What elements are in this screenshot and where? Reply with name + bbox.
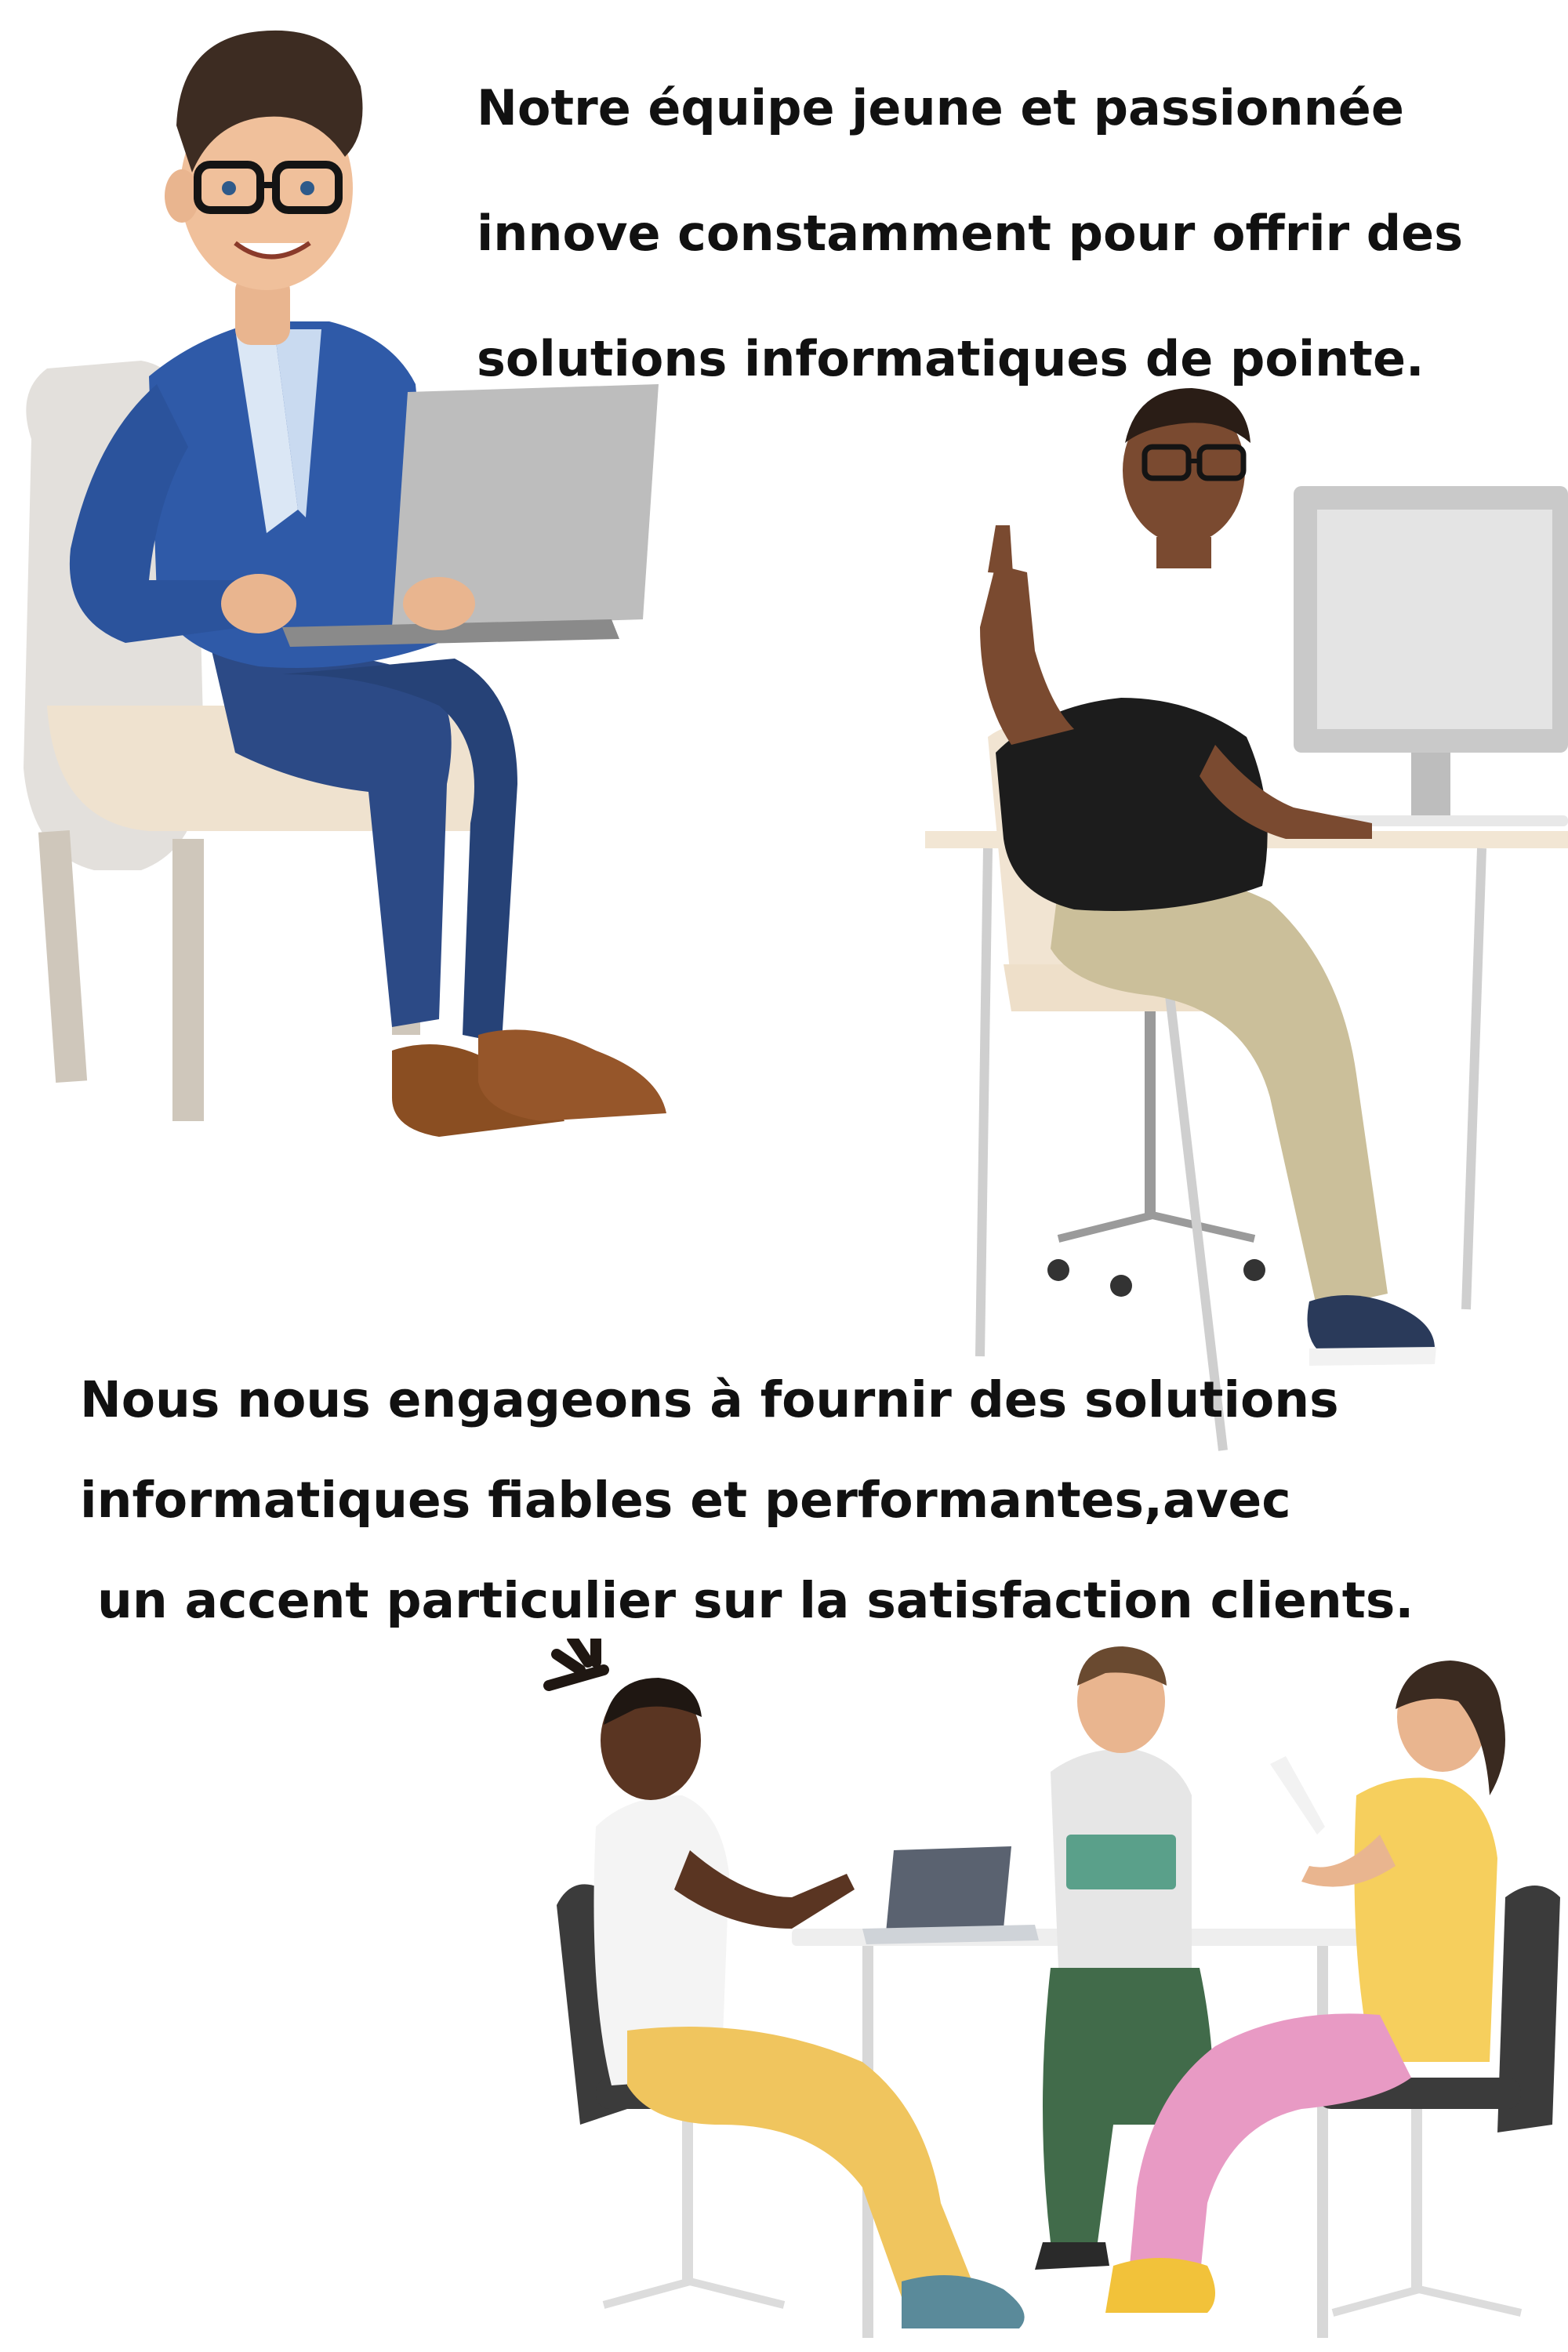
intro-line-1: Notre équipe jeune et passionnée (477, 79, 1404, 136)
intro-paragraph: Notre équipe jeune et passionnée innove … (477, 45, 1463, 422)
team-meeting-at-table-illustration (543, 1639, 1560, 2338)
intro-line-2: innove constamment pour offrir des (477, 205, 1464, 262)
commitment-line-3: un accent particulier sur la satisfactio… (97, 1572, 1414, 1629)
commitment-line-2: informatiques fiables et performantes,av… (80, 1472, 1291, 1529)
commitment-paragraph: Nous nous engageons à fournir des soluti… (80, 1350, 1414, 1651)
commitment-line-1: Nous nous engageons à fournir des soluti… (80, 1371, 1339, 1428)
man-at-desktop-computer-illustration (925, 388, 1568, 1451)
intro-line-3: solutions informatiques de pointe. (477, 330, 1425, 387)
